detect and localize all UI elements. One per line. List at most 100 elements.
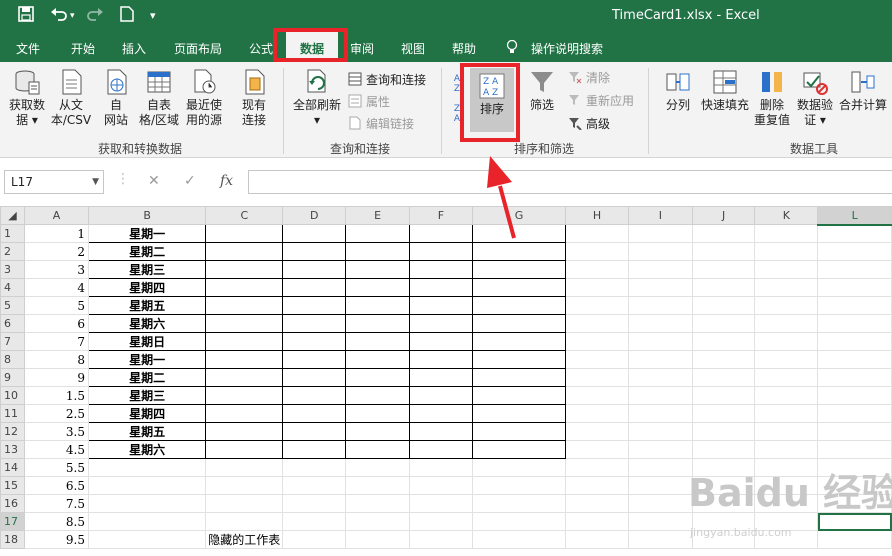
cell-g11[interactable] <box>471 404 567 423</box>
cell-j13[interactable] <box>691 440 756 459</box>
cell-g12[interactable] <box>471 422 567 441</box>
row-header[interactable]: 11 <box>0 404 25 423</box>
advanced-button[interactable]: 高级 <box>568 114 610 134</box>
cell-h5[interactable] <box>565 296 629 315</box>
cell-g10[interactable] <box>471 386 567 405</box>
cell-d12[interactable] <box>282 422 347 441</box>
cell-b15[interactable] <box>88 476 207 495</box>
cell-b2[interactable]: 星期二 <box>88 242 207 261</box>
cell-l9[interactable] <box>817 368 892 387</box>
cell-l12[interactable] <box>817 422 892 441</box>
queries-connections-button[interactable]: 查询和连接 <box>348 70 426 90</box>
column-header-a[interactable]: A <box>23 206 90 225</box>
cell-e15[interactable] <box>345 476 411 495</box>
cell-k9[interactable] <box>754 368 819 387</box>
row-header[interactable]: 6 <box>0 314 25 333</box>
cell-i7[interactable] <box>627 332 693 351</box>
cell-b7[interactable]: 星期日 <box>88 332 207 351</box>
cell-g1[interactable] <box>471 224 567 243</box>
cell-f16[interactable] <box>409 494 473 513</box>
cell-a15[interactable]: 6.5 <box>23 476 90 495</box>
cell-g2[interactable] <box>471 242 567 261</box>
tell-me-search[interactable]: 操作说明搜索 <box>531 40 603 57</box>
cell-i3[interactable] <box>627 260 693 279</box>
cell-g16[interactable] <box>471 494 567 513</box>
cell-l11[interactable] <box>817 404 892 423</box>
cell-j3[interactable] <box>691 260 756 279</box>
select-all-corner[interactable]: ◢ <box>0 206 25 225</box>
cell-i1[interactable] <box>627 224 693 243</box>
cell-i13[interactable] <box>627 440 693 459</box>
cell-e16[interactable] <box>345 494 411 513</box>
existing-connections-button[interactable]: 现有 连接 <box>236 68 272 128</box>
cell-f18[interactable] <box>409 530 473 549</box>
cell-j9[interactable] <box>691 368 756 387</box>
cell-b16[interactable] <box>88 494 207 513</box>
cell-f13[interactable] <box>409 440 473 459</box>
cell-b17[interactable] <box>88 512 207 531</box>
cell-e4[interactable] <box>345 278 411 297</box>
cell-l3[interactable] <box>817 260 892 279</box>
cell-f17[interactable] <box>409 512 473 531</box>
cell-d14[interactable] <box>282 458 347 477</box>
cell-f3[interactable] <box>409 260 473 279</box>
cell-j5[interactable] <box>691 296 756 315</box>
cell-a3[interactable]: 3 <box>23 260 90 279</box>
cell-k5[interactable] <box>754 296 819 315</box>
cell-l4[interactable] <box>817 278 892 297</box>
cell-g9[interactable] <box>471 368 567 387</box>
tab-insert[interactable]: 插入 <box>122 40 146 57</box>
column-header-d[interactable]: D <box>282 206 347 225</box>
function-icon[interactable]: fx <box>220 173 233 189</box>
row-header[interactable]: 8 <box>0 350 25 369</box>
cell-l10[interactable] <box>817 386 892 405</box>
formula-input[interactable] <box>248 170 892 194</box>
cell-e18[interactable] <box>345 530 411 549</box>
cell-d13[interactable] <box>282 440 347 459</box>
cell-c9[interactable] <box>205 368 284 387</box>
cell-a12[interactable]: 3.5 <box>23 422 90 441</box>
cell-j6[interactable] <box>691 314 756 333</box>
column-header-j[interactable]: J <box>691 206 756 225</box>
cell-f6[interactable] <box>409 314 473 333</box>
cell-d6[interactable] <box>282 314 347 333</box>
cell-k13[interactable] <box>754 440 819 459</box>
cell-h10[interactable] <box>565 386 629 405</box>
cell-h8[interactable] <box>565 350 629 369</box>
cell-c7[interactable] <box>205 332 284 351</box>
cell-h14[interactable] <box>565 458 629 477</box>
cell-f5[interactable] <box>409 296 473 315</box>
row-header[interactable]: 17 <box>0 512 25 531</box>
from-text-button[interactable]: 从文 本/CSV <box>50 68 92 128</box>
cell-j11[interactable] <box>691 404 756 423</box>
cell-a1[interactable]: 1 <box>23 224 90 243</box>
column-header-e[interactable]: E <box>345 206 411 225</box>
refresh-all-button[interactable]: 全部刷新 ▾ <box>290 68 344 128</box>
cell-g7[interactable] <box>471 332 567 351</box>
cell-f7[interactable] <box>409 332 473 351</box>
row-header[interactable]: 5 <box>0 296 25 315</box>
row-header[interactable]: 4 <box>0 278 25 297</box>
cell-a5[interactable]: 5 <box>23 296 90 315</box>
cell-k10[interactable] <box>754 386 819 405</box>
cell-k6[interactable] <box>754 314 819 333</box>
cancel-icon[interactable]: ✕ <box>148 173 160 189</box>
tab-file[interactable]: 文件 <box>16 40 40 57</box>
text-to-columns-button[interactable]: 分列 <box>660 68 696 113</box>
cell-k3[interactable] <box>754 260 819 279</box>
cell-h16[interactable] <box>565 494 629 513</box>
get-data-button[interactable]: 获取数 据 ▾ <box>6 68 48 128</box>
cell-i2[interactable] <box>627 242 693 261</box>
tab-home[interactable]: 开始 <box>71 40 95 57</box>
consolidate-button[interactable]: 合并计算 <box>837 68 889 113</box>
name-box[interactable]: L17 ▼ <box>4 170 104 194</box>
cell-l1[interactable] <box>817 224 892 243</box>
cell-a16[interactable]: 7.5 <box>23 494 90 513</box>
tab-formulas[interactable]: 公式 <box>249 40 273 57</box>
cell-c2[interactable] <box>205 242 284 261</box>
cell-h15[interactable] <box>565 476 629 495</box>
cell-c1[interactable] <box>205 224 284 243</box>
cell-j10[interactable] <box>691 386 756 405</box>
save-icon[interactable] <box>18 6 34 26</box>
cell-c8[interactable] <box>205 350 284 369</box>
